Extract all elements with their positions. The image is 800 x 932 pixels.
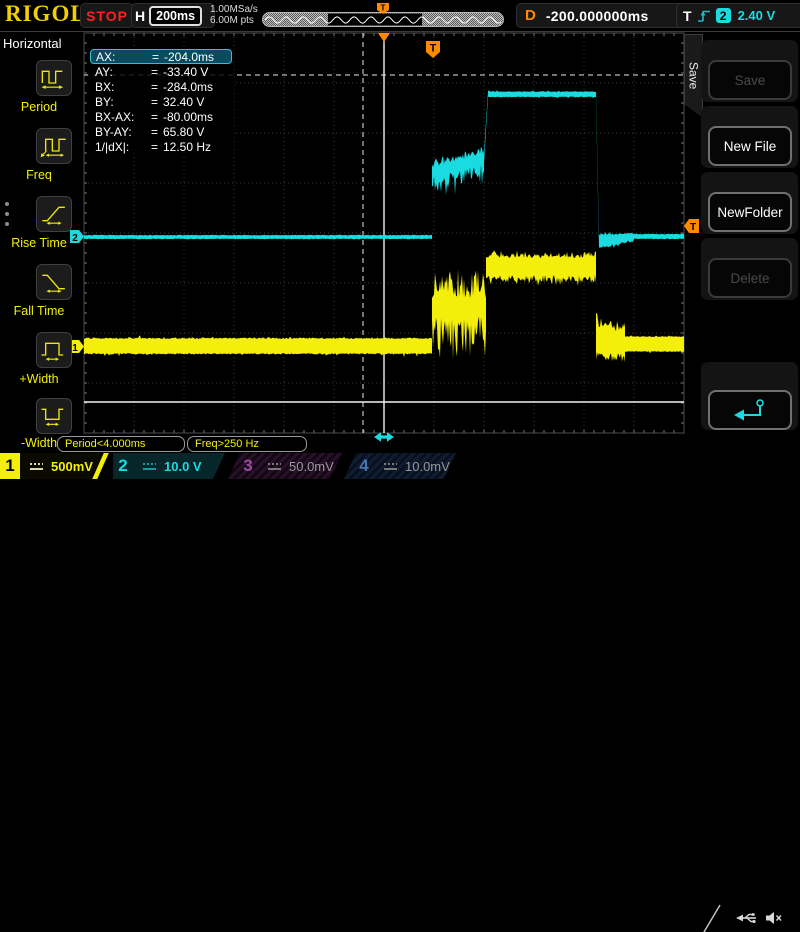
sidebar-item-rise-time-label: Rise Time [0, 236, 78, 250]
channel-status-bar: 1 500mV 2 10.0 V 3 50.0mV 4 10.0mV [0, 452, 800, 480]
delay-value: -200.000000ms [546, 8, 649, 24]
trigger-delay-marker[interactable] [378, 33, 390, 42]
sidebar-item-pos-width-label: +Width [0, 372, 78, 386]
channel-3-number: 3 [238, 453, 258, 479]
svg-text:T: T [381, 4, 386, 13]
sidebar-item-period[interactable] [36, 60, 72, 96]
acquisition-info: 1.00MSa/s 6.00M pts [210, 5, 258, 26]
delay-label: D [525, 7, 536, 24]
measure-sidebar: Horizontal Period Freq Rise Time [0, 32, 83, 452]
timebase-value: 200ms [149, 6, 202, 26]
cursor-row-inv-dx[interactable]: 1/|dX|:=12.50 Hz [90, 139, 232, 154]
pos-width-icon [39, 335, 69, 365]
cursor-row-by[interactable]: BY:=32.40 V [90, 94, 232, 109]
sidebar-item-period-label: Period [0, 100, 78, 114]
dc-coupling-icon [384, 462, 397, 471]
channel-4-status[interactable]: 4 10.0mV [344, 453, 456, 479]
cursor-row-bx-ax[interactable]: BX-AX:=-80.00ms [90, 109, 232, 124]
delete-button[interactable]: Delete [708, 258, 792, 298]
rigol-logo: RIGOL [5, 1, 87, 27]
channel-2-scale: 10.0 V [164, 459, 202, 474]
channel-2-number: 2 [113, 453, 133, 479]
sidebar-item-fall-time[interactable] [36, 264, 72, 300]
sidebar-title: Horizontal [3, 36, 62, 51]
horizontal-label: H [135, 8, 145, 24]
sidebar-item-rise-time[interactable] [36, 196, 72, 232]
save-menu: Save Save New File NewFolder Delete [684, 32, 800, 452]
sidebar-item-freq-label: Freq [0, 168, 78, 182]
channel-3-status[interactable]: 3 50.0mV [228, 453, 342, 479]
trigger-flag[interactable]: T [426, 41, 440, 58]
record-position-bar: T [262, 1, 504, 29]
rise-time-icon [39, 199, 69, 229]
trigger-panel: T 2 2.40 V [676, 3, 800, 28]
cursor-row-bx[interactable]: BX:=-284.0ms [90, 79, 232, 94]
cursor-row-by-ay[interactable]: BY-AY:=65.80 V [90, 124, 232, 139]
memory-depth: 6.00M pts [210, 16, 258, 27]
channel-3-scale: 50.0mV [289, 459, 334, 474]
sidebar-item-neg-width[interactable] [36, 398, 72, 434]
freq-icon [39, 131, 69, 161]
delay-panel: D -200.000000ms [516, 3, 690, 28]
channel-4-scale: 10.0mV [405, 459, 450, 474]
channel-1-scale: 500mV [51, 459, 93, 474]
dc-coupling-icon [30, 462, 43, 471]
new-folder-button[interactable]: NewFolder [708, 192, 792, 232]
bottom-right-icons [700, 904, 800, 932]
cursor-row-ay[interactable]: AY:=-33.40 V [90, 64, 232, 79]
new-file-button[interactable]: New File [708, 126, 792, 166]
sidebar-page-dots [5, 202, 9, 226]
sidebar-item-fall-time-label: Fall Time [0, 304, 78, 318]
period-icon [39, 63, 69, 93]
run-state-indicator[interactable]: STOP [80, 3, 134, 28]
dc-coupling-icon [143, 462, 156, 471]
trigger-source-badge: 2 [716, 8, 731, 23]
sample-rate: 1.00MSa/s [210, 5, 258, 16]
trigger-level-value: 2.40 V [738, 8, 776, 23]
sidebar-item-pos-width[interactable] [36, 332, 72, 368]
channel-2-status[interactable]: 2 10.0 V [113, 453, 225, 479]
return-arrow-icon [728, 397, 772, 423]
dc-coupling-icon [268, 462, 281, 471]
back-button[interactable] [708, 390, 792, 430]
horizontal-panel: H 200ms [131, 3, 215, 28]
message-freq-limit: Freq>250 Hz [187, 436, 307, 452]
fall-time-icon [39, 267, 69, 297]
channel-4-number: 4 [354, 453, 374, 479]
svg-text:T: T [430, 43, 437, 55]
message-period-limit: Period<4.000ms [57, 436, 185, 452]
save-button[interactable]: Save [708, 60, 792, 100]
top-status-bar: RIGOL STOP H 200ms 1.00MSa/s 6.00M pts T… [0, 0, 800, 32]
sidebar-item-freq[interactable] [36, 128, 72, 164]
speaker-muted-icon [766, 912, 781, 924]
trigger-slope-icon [697, 8, 711, 23]
trigger-label: T [683, 8, 692, 24]
cursor-a-handle[interactable] [374, 432, 394, 442]
neg-width-icon [39, 401, 69, 431]
usb-icon [736, 913, 756, 923]
panel-separator [704, 905, 720, 932]
cursor-row-ax[interactable]: AX:=-204.0ms [90, 49, 232, 64]
cursor-measurement-box: AX:=-204.0ms AY:=-33.40 V BX:=-284.0ms B… [88, 48, 234, 155]
channel-1-number: 1 [0, 453, 20, 479]
